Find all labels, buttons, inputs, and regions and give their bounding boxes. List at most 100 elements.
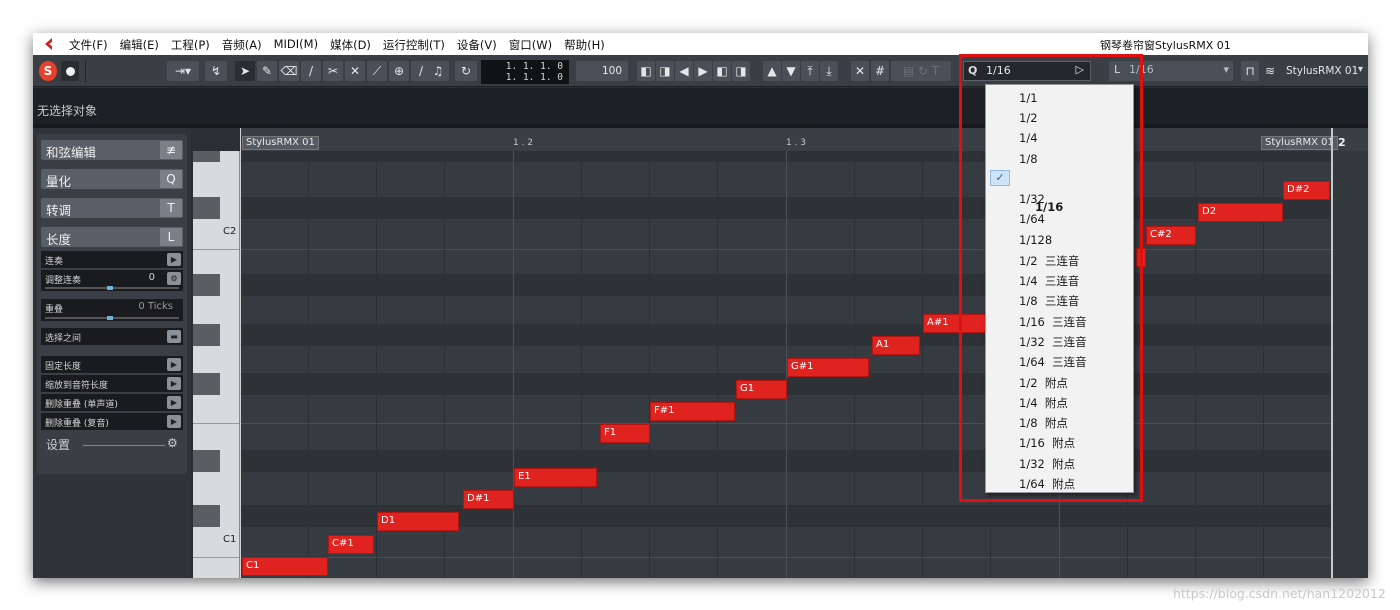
row-legato[interactable]: 连奏 ▶ [41, 251, 183, 268]
note-f1[interactable]: F1 [600, 424, 650, 443]
section-transpose[interactable]: 转调 T [41, 198, 183, 218]
black-key[interactable] [193, 197, 220, 219]
menu-transport[interactable]: 运行控制(T) [383, 37, 445, 53]
piano-keyboard[interactable]: C2 C1 [193, 151, 240, 578]
note-grid[interactable]: C1 C#1 D1 D#1 E1 F1 F#1 G1 G#1 A1 A#1 C#… [240, 151, 1333, 578]
note-e1[interactable]: E1 [514, 468, 597, 487]
row-adjust-legato[interactable]: 调整连奏 0 ⚙ [41, 270, 183, 291]
play-icon[interactable]: ▶ [167, 377, 181, 390]
row-delete-overlap-mono[interactable]: 删除重叠 (单声道) ▶ [41, 394, 183, 411]
section-length[interactable]: 长度 L [41, 227, 183, 247]
tool-pointer[interactable]: ➤ [235, 61, 255, 81]
nudge-start-left[interactable]: ◧ [637, 61, 655, 81]
black-key[interactable] [193, 324, 220, 346]
tool-trim[interactable]: / [301, 61, 321, 81]
transpose-octave-up[interactable]: ⤒ [801, 61, 819, 81]
note-d-sharp-2[interactable]: D#2 [1283, 181, 1330, 200]
black-key[interactable] [193, 450, 220, 472]
nudge-start-right[interactable]: ◨ [656, 61, 674, 81]
note-g1[interactable]: G1 [736, 380, 787, 399]
project-end-line [1331, 128, 1333, 578]
grid-button[interactable]: # [871, 61, 889, 81]
overlap-slider[interactable] [45, 316, 179, 320]
note-d1[interactable]: D1 [377, 512, 459, 531]
quantize-icon: Q [160, 170, 182, 188]
note-c-sharp-2[interactable]: C#2 [1146, 226, 1196, 245]
play-icon[interactable]: ▶ [167, 415, 181, 428]
tool-draw[interactable]: ✎ [257, 61, 277, 81]
row-overlap[interactable]: 重叠 0 Ticks [41, 299, 183, 321]
chevron-down-icon[interactable]: ▾ [1358, 64, 1363, 75]
play-icon[interactable]: ▶ [167, 253, 181, 266]
menu-help[interactable]: 帮助(H) [564, 37, 605, 53]
note-d2[interactable]: D2 [1198, 203, 1283, 222]
nudge-end-left[interactable]: ◧ [713, 61, 731, 81]
adjust-legato-slider[interactable] [45, 286, 179, 290]
overlap-value[interactable]: 0 Ticks [138, 301, 173, 312]
auto-scroll-button[interactable]: ↯ [205, 61, 227, 81]
note-d-sharp-1[interactable]: D#1 [463, 490, 514, 509]
menu-audio[interactable]: 音频(A) [222, 37, 262, 53]
acoustic-feedback-button[interactable]: ♫ [427, 61, 449, 81]
slider-handle[interactable] [107, 286, 113, 290]
grid-type-button[interactable]: ▤ ↻ T [891, 61, 951, 81]
section-quantize[interactable]: 量化 Q [41, 169, 183, 189]
note-f-sharp-1[interactable]: F#1 [650, 402, 735, 421]
gear-icon[interactable]: ⚙ [167, 436, 178, 450]
note-g-sharp-1[interactable]: G#1 [787, 358, 869, 377]
row-delete-overlap-poly[interactable]: 删除重叠 (复音) ▶ [41, 413, 183, 430]
play-icon[interactable]: ▶ [167, 358, 181, 371]
project-start-line [240, 128, 241, 578]
move-right[interactable]: ▶ [694, 61, 712, 81]
snap-icon: ✕ [854, 64, 866, 78]
section-label: 量化 [46, 174, 72, 189]
section-chord-editing[interactable]: 和弦编辑 ≢ [41, 140, 183, 160]
row-label: 缩放到音符长度 [45, 381, 109, 391]
independent-track-loop[interactable]: ⊓ [1241, 61, 1259, 81]
menu-file[interactable]: 文件(F) [69, 37, 108, 53]
gear-icon[interactable]: ⚙ [167, 272, 181, 285]
tool-split[interactable]: ✂ [323, 61, 343, 81]
loop-button[interactable]: ↻ [455, 61, 477, 81]
instrument-name[interactable]: StylusRMX 01 [1286, 65, 1358, 77]
nudge-end-right[interactable]: ◨ [732, 61, 750, 81]
transpose-down[interactable]: ▼ [782, 61, 800, 81]
velocity-field[interactable]: 100 [576, 61, 628, 81]
tool-mute[interactable]: ⟋ [367, 61, 387, 81]
black-key[interactable] [193, 373, 220, 395]
ruler[interactable]: StylusRMX 01 1 . 2 1 . 3 StylusRMX 01 2 [240, 128, 1368, 151]
menu-window[interactable]: 窗口(W) [509, 37, 552, 53]
row-between-selected[interactable]: 选择之间 ▬ [41, 328, 183, 345]
black-key[interactable] [193, 505, 220, 527]
toolbar: S ⇥▾ ↯ ➤ ✎ ⌫ / ✂ ✕ ⟋ ⊕ ∕ ♫ ↻ 1. 1. 1. 0 … [33, 55, 1368, 87]
row-fixed-length[interactable]: 固定长度 ▶ [41, 356, 183, 373]
note-c-sharp-1[interactable]: C#1 [328, 535, 374, 554]
tool-erase[interactable]: ⌫ [279, 61, 299, 81]
slider-handle[interactable] [107, 316, 113, 320]
black-key[interactable] [193, 274, 220, 296]
tool-zoom[interactable]: ⊕ [389, 61, 409, 81]
key-label-c2: C2 [223, 226, 237, 237]
row-scale-to-note-length[interactable]: 缩放到音符长度 ▶ [41, 375, 183, 392]
note-c1[interactable]: C1 [242, 557, 328, 576]
color-scheme-button[interactable]: ≋ [1261, 61, 1279, 81]
record-button[interactable] [61, 61, 79, 81]
transpose-up[interactable]: ▲ [763, 61, 781, 81]
minus-icon[interactable]: ▬ [167, 330, 181, 343]
scroll-icon: ↯ [210, 64, 222, 78]
menu-edit[interactable]: 编辑(E) [120, 37, 159, 53]
move-left[interactable]: ◀ [675, 61, 693, 81]
note-a1[interactable]: A1 [872, 336, 920, 355]
menu-devices[interactable]: 设备(V) [457, 37, 497, 53]
black-key[interactable] [193, 151, 220, 162]
play-icon[interactable]: ▶ [167, 396, 181, 409]
solo-button[interactable]: S [39, 61, 57, 81]
adjust-legato-value[interactable]: 0 [149, 272, 155, 283]
menu-media[interactable]: 媒体(D) [330, 37, 371, 53]
transpose-octave-down[interactable]: ⤓ [820, 61, 838, 81]
track-route-button[interactable]: ⇥▾ [167, 61, 199, 81]
tool-glue[interactable]: ✕ [345, 61, 365, 81]
menu-project[interactable]: 工程(P) [171, 37, 210, 53]
menu-midi[interactable]: MIDI(M) [274, 37, 318, 53]
snap-button[interactable]: ✕ [851, 61, 869, 81]
